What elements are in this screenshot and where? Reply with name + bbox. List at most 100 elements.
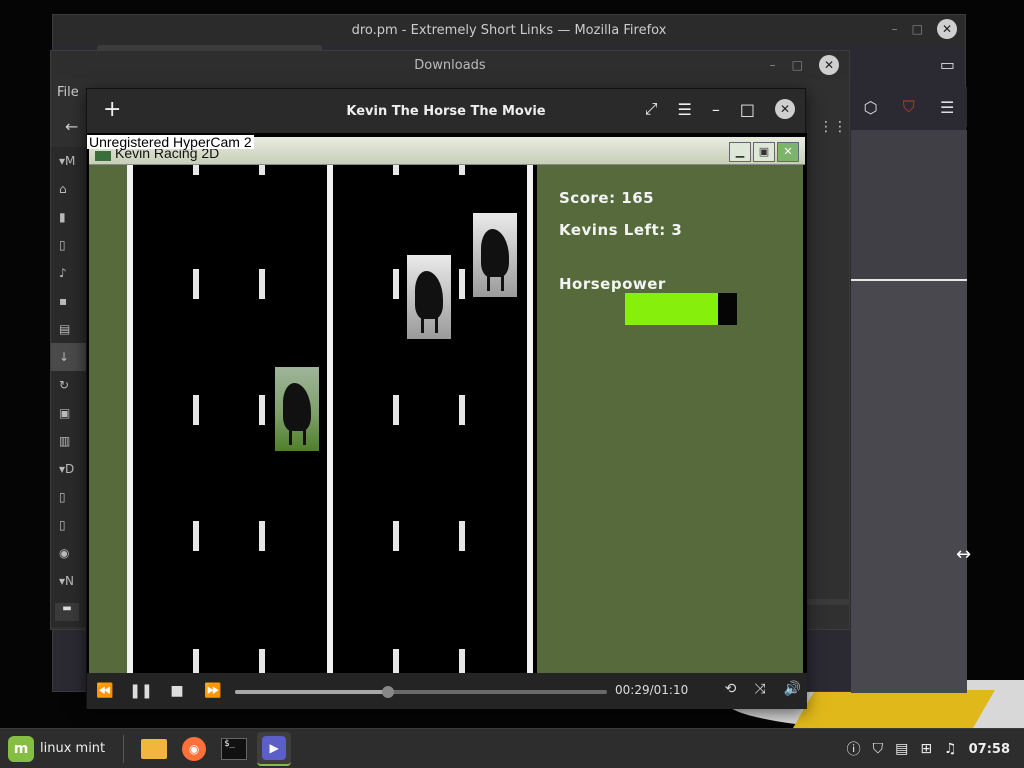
horsepower-bar [625,293,737,325]
horse-silhouette [283,383,311,431]
maximize-icon[interactable]: □ [740,100,755,119]
pause-icon[interactable]: ❚❚ [123,683,159,699]
back-arrow-icon[interactable]: ← [65,117,78,136]
horizontal-scrollbar[interactable] [805,599,849,605]
lane-dash [393,521,399,551]
menu-file[interactable]: File [57,85,79,100]
horse-leg [303,429,306,445]
sidebar-item-recent[interactable]: ↻ [51,371,87,399]
lane-dash [193,521,199,551]
hamburger-menu-icon[interactable]: ☰ [940,98,954,117]
sidebar-item-device-1[interactable]: ▯ [51,483,87,511]
seek-bar[interactable] [235,686,607,698]
sidebar-item-documents[interactable]: ▯ [51,231,87,259]
close-button[interactable]: ✕ [937,19,957,39]
firefox-title: dro.pm - Extremely Short Links — Mozilla… [351,22,667,38]
stop-icon[interactable]: ■ [159,683,195,699]
video-icon: ▤ [59,322,71,336]
extensions-icon[interactable]: ⬡ [864,98,878,117]
lane-dash [259,521,265,551]
download-icon: ↓ [59,350,70,364]
resize-cursor-icon: ↔ [956,544,972,565]
playback-time: 00:29/01:10 [615,683,689,697]
taskbar-terminal-button[interactable]: $_ [217,732,251,766]
fullscreen-icon[interactable]: ⤢ [645,99,658,119]
fast-forward-icon[interactable]: ⏩ [195,683,231,699]
game-close-icon: ✕ [777,142,799,162]
close-button[interactable]: ✕ [775,99,795,119]
clock[interactable]: 07:58 [969,742,1010,757]
horse-sprite [473,213,517,297]
sound-icon[interactable]: ♫ [944,741,957,757]
sidebar-section-my-computer[interactable]: ▾ M [51,147,87,175]
network-icon[interactable]: ⊞ [920,741,932,757]
player-right-controls: ⟲ ⤨ 🔊 [725,681,801,697]
lane-dash [459,395,465,425]
sidebar-item-trash[interactable]: ▥ [51,427,87,455]
downloads-titlebar[interactable]: Downloads – □ ✕ [51,51,849,79]
firefox-toolbar: ⬡ ⛉ ☰ [851,87,967,127]
taskbar-separator [123,734,125,763]
grass-strip [89,165,127,673]
maximize-icon[interactable]: □ [912,22,923,36]
drive-icon: ▯ [59,490,66,504]
ublock-icon[interactable]: ⛉ [903,97,915,117]
grid-view-icon[interactable]: ⋮⋮ [819,119,847,135]
horse-leg [421,317,424,333]
minimize-icon[interactable]: – [892,22,898,36]
sidebar-section-devices[interactable]: ▾ D [51,455,87,483]
lane-dash [393,395,399,425]
minimize-icon[interactable]: – [770,58,776,72]
taskbar-firefox-button[interactable]: ◉ [177,732,211,766]
road-edge-right [527,165,533,673]
sidebar-section-network[interactable]: ▾ N [51,567,87,595]
seek-handle[interactable] [381,686,394,698]
video-frame[interactable]: Unregistered HyperCam 2 Kevin Racing 2D … [87,133,807,673]
player-headerbar[interactable]: + Kevin The Horse The Movie ⤢ ☰ – □ ✕ [87,89,805,133]
lane-dash [259,649,265,673]
system-tray: ⓘ ⛉ ▤ ⊞ ♫ 07:58 [847,729,1010,768]
downloads-window-controls: – □ ✕ [770,55,839,75]
rewind-icon[interactable]: ⏪ [87,683,123,699]
volume-icon[interactable]: 🔊 [784,681,801,697]
clipboard-icon[interactable]: ▤ [895,741,908,757]
lane-dash [459,649,465,673]
places-sidebar: ▾ M ⌂ ▮ ▯ ♪ ▪ ▤ ↓ ↻ ▣ ▥ ▾ D ▯ ▯ ◉ ▾ N ▬ [51,147,87,627]
lane-dash [193,395,199,425]
folder-icon[interactable]: ▬ [55,603,79,621]
sidebar-item-device-2[interactable]: ▯ [51,511,87,539]
road-divider [327,165,333,673]
shuffle-icon[interactable]: ⤨ [754,681,765,697]
firefox-titlebar[interactable]: dro.pm - Extremely Short Links — Mozilla… [53,15,965,45]
shield-icon[interactable]: ⛉ [873,741,884,757]
horse-leg [501,275,504,291]
sidebar-item-home[interactable]: ⌂ [51,175,87,203]
menu-icon[interactable]: ☰ [678,100,692,119]
sidebar-item-music[interactable]: ♪ [51,259,87,287]
sidebar-item-videos[interactable]: ▤ [51,315,87,343]
game-maximize-icon: ▣ [753,142,775,162]
taskbar-files-button[interactable] [137,732,171,766]
video-player-window[interactable]: + Kevin The Horse The Movie ⤢ ☰ – □ ✕ Un… [86,88,807,709]
sidebar-item-filesystem[interactable]: ▣ [51,399,87,427]
sidebar-item-desktop[interactable]: ▮ [51,203,87,231]
game-minimize-icon: ▁ [729,142,751,162]
minimize-icon[interactable]: – [712,100,720,119]
lane-dash [459,269,465,299]
music-icon: ♪ [59,266,67,280]
add-button[interactable]: + [103,97,121,122]
update-manager-icon[interactable]: ⓘ [847,739,861,759]
sidebar-item-pictures[interactable]: ▪ [51,287,87,315]
close-button[interactable]: ✕ [819,55,839,75]
repeat-icon[interactable]: ⟲ [725,681,737,697]
sidebar-item-device-3[interactable]: ◉ [51,539,87,567]
tab-overview-icon[interactable]: ▭ [940,55,955,74]
taskbar-video-player-button[interactable]: ▶ [257,731,292,766]
sidebar-item-downloads[interactable]: ↓ [51,343,87,371]
start-menu-label: linux mint [40,741,106,756]
stats-panel: Score: 165 Kevins Left: 3 Horsepower [537,165,803,673]
start-menu-button[interactable]: m linux mint [0,729,113,768]
content-panel [851,281,967,693]
maximize-icon[interactable]: □ [792,58,803,72]
trash-icon: ▥ [59,434,71,448]
